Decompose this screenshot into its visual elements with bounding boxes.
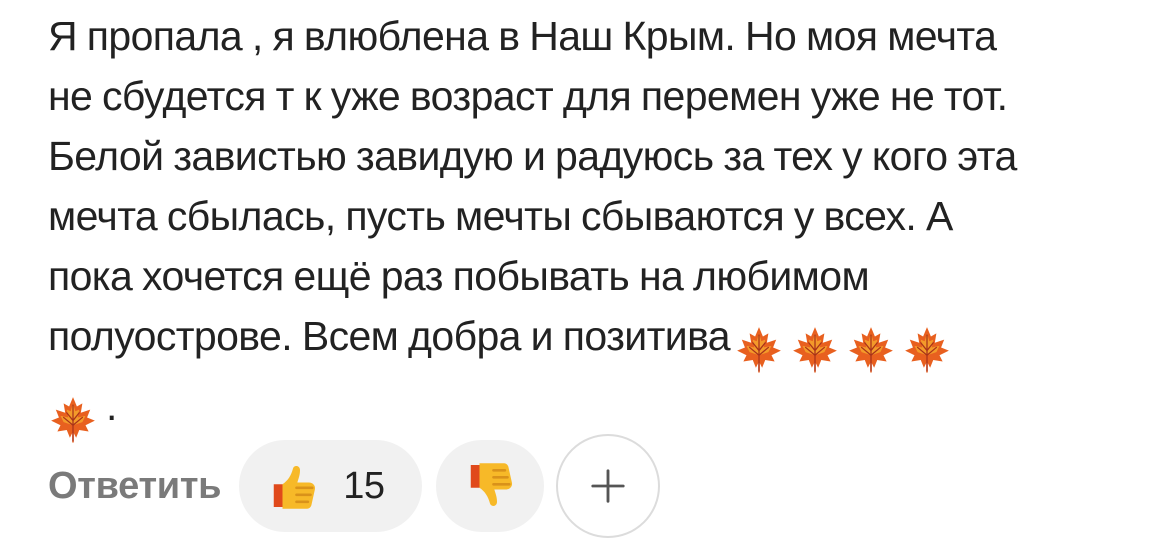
comment-line: не сбудется т к уже возраст для перемен … xyxy=(48,73,1008,119)
like-button[interactable]: 15 xyxy=(239,440,423,532)
comment-text: Я пропала , я влюблена в Наш Крым. Но мо… xyxy=(48,6,1148,446)
comment-line: пока хочется ещё раз побывать на любимом xyxy=(48,253,870,299)
comment-line: Я пропала , я влюблена в Наш Крым. Но мо… xyxy=(48,13,997,59)
emoji-group xyxy=(48,386,104,446)
comment-line: мечта сбылась, пусть мечты сбываются у в… xyxy=(48,193,953,239)
comment-line: полуострове. Всем добра и позитива xyxy=(48,313,731,359)
maple-leaf-icon xyxy=(902,324,952,374)
comment-line: Белой завистью завидую и радуюсь за тех … xyxy=(48,133,1017,179)
thumbs-up-icon xyxy=(273,466,316,509)
reply-button[interactable]: Ответить xyxy=(48,465,222,508)
add-reaction-button[interactable] xyxy=(556,434,661,538)
dislike-button[interactable] xyxy=(436,440,545,532)
comment: Я пропала , я влюблена в Наш Крым. Но мо… xyxy=(48,6,1148,446)
like-count: 15 xyxy=(343,464,385,507)
thumbs-down-icon xyxy=(471,463,513,506)
maple-leaf-icon xyxy=(734,324,784,374)
maple-leaf-icon xyxy=(48,394,98,444)
maple-leaf-icon xyxy=(846,324,896,374)
emoji-group xyxy=(734,316,958,376)
comment-actions: Ответить 15 xyxy=(48,434,661,538)
plus-icon xyxy=(591,469,626,503)
maple-leaf-icon xyxy=(790,324,840,374)
comment-line-last: полуострове. Всем добра и позитива xyxy=(48,306,1148,376)
comment-trailing-period: . xyxy=(106,383,117,429)
